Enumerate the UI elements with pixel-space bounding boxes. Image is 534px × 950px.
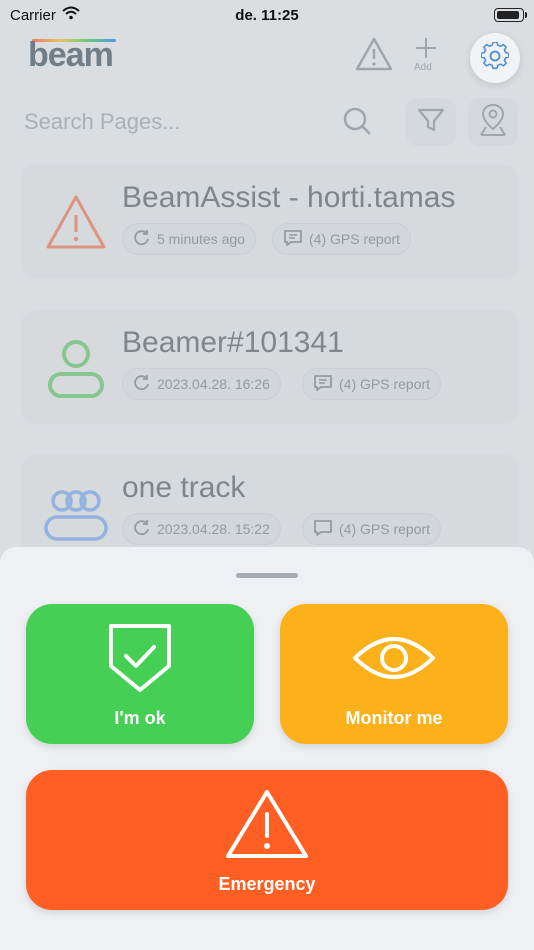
sheet-handle[interactable] xyxy=(236,573,298,578)
shield-check-icon xyxy=(109,624,171,692)
eye-icon xyxy=(353,637,435,679)
action-sheet: I'm ok Monitor me Emergency xyxy=(0,547,534,950)
emergency-button[interactable]: Emergency xyxy=(26,770,508,910)
settings-button[interactable] xyxy=(470,33,520,83)
wifi-icon xyxy=(62,6,80,24)
status-bar: Carrier de. 11:25 xyxy=(0,0,534,30)
status-left: Carrier xyxy=(10,6,80,24)
gear-icon xyxy=(480,40,510,75)
monitor-me-button[interactable]: Monitor me xyxy=(280,604,508,744)
carrier-label: Carrier xyxy=(10,6,56,24)
status-time: de. 11:25 xyxy=(235,6,299,24)
monitor-me-label: Monitor me xyxy=(345,708,443,728)
im-ok-button[interactable]: I'm ok xyxy=(26,604,254,744)
im-ok-label: I'm ok xyxy=(114,708,166,728)
battery-icon xyxy=(494,8,527,22)
emergency-label: Emergency xyxy=(218,874,316,894)
warning-triangle-icon xyxy=(226,790,308,858)
